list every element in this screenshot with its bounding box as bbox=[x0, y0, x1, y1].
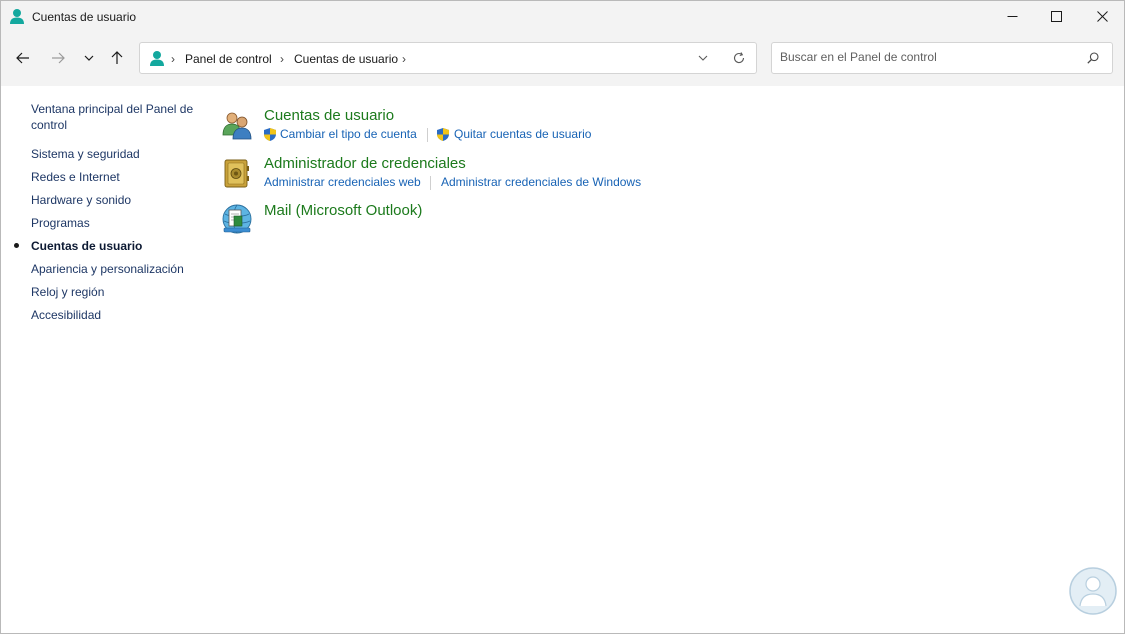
link-divider bbox=[430, 176, 431, 190]
nav-item-reloj-region[interactable]: Reloj y región bbox=[31, 284, 196, 300]
chevron-down-icon bbox=[84, 55, 94, 61]
link-cambiar-tipo-cuenta[interactable]: Cambiar el tipo de cuenta bbox=[280, 127, 417, 141]
uac-shield-icon bbox=[436, 127, 450, 147]
mail-icon[interactable] bbox=[220, 202, 254, 236]
window-title: Cuentas de usuario bbox=[32, 10, 137, 24]
search-box[interactable] bbox=[771, 42, 1113, 74]
breadcrumb-panel-de-control[interactable]: Panel de control bbox=[185, 52, 272, 66]
users-icon[interactable] bbox=[220, 109, 254, 143]
link-quitar-cuentas[interactable]: Quitar cuentas de usuario bbox=[454, 127, 591, 141]
maximize-button[interactable] bbox=[1033, 1, 1079, 32]
active-item-bullet bbox=[14, 243, 19, 248]
address-bar[interactable]: › Panel de control › Cuentas de usuario … bbox=[139, 42, 757, 74]
back-button[interactable] bbox=[11, 46, 35, 70]
forward-button[interactable] bbox=[46, 46, 70, 70]
close-button[interactable] bbox=[1079, 1, 1125, 32]
user-accounts-location-icon bbox=[149, 50, 165, 72]
nav-item-programas[interactable]: Programas bbox=[31, 215, 196, 231]
address-history-button[interactable] bbox=[696, 51, 710, 70]
category-title-mail[interactable]: Mail (Microsoft Outlook) bbox=[264, 202, 422, 219]
nav-item-cuentas-usuario[interactable]: Cuentas de usuario bbox=[31, 238, 196, 254]
user-accounts-app-icon bbox=[9, 8, 25, 25]
category-title-cuentas-usuario[interactable]: Cuentas de usuario bbox=[264, 107, 394, 124]
nav-item-apariencia[interactable]: Apariencia y personalización bbox=[31, 261, 196, 277]
link-divider bbox=[427, 128, 428, 142]
chevron-down-icon bbox=[698, 55, 708, 61]
nav-item-accesibilidad[interactable]: Accesibilidad bbox=[31, 307, 196, 323]
watermark-logo-icon bbox=[1068, 566, 1118, 616]
breadcrumb-cuentas-de-usuario[interactable]: Cuentas de usuario bbox=[294, 52, 398, 66]
recent-locations-button[interactable] bbox=[77, 46, 101, 70]
breadcrumb-separator-icon[interactable]: › bbox=[402, 52, 406, 66]
link-credenciales-windows[interactable]: Administrar credenciales de Windows bbox=[441, 175, 641, 189]
refresh-button[interactable] bbox=[732, 51, 746, 70]
maximize-icon bbox=[1050, 11, 1062, 22]
nav-item-hardware-sonido[interactable]: Hardware y sonido bbox=[31, 192, 196, 208]
credential-vault-icon[interactable] bbox=[220, 157, 254, 191]
minimize-button[interactable] bbox=[989, 1, 1035, 32]
control-panel-window: Cuentas de usuario › Panel de control › … bbox=[0, 0, 1125, 634]
uac-shield-icon bbox=[263, 127, 277, 147]
nav-item-panel-principal[interactable]: Ventana principal del Panel de control bbox=[31, 101, 196, 133]
navigation-bar: › Panel de control › Cuentas de usuario … bbox=[1, 32, 1124, 86]
title-bar: Cuentas de usuario bbox=[1, 1, 1124, 32]
category-title-administrador-credenciales[interactable]: Administrador de credenciales bbox=[264, 155, 466, 172]
breadcrumb-separator-icon[interactable]: › bbox=[171, 52, 175, 66]
breadcrumb-separator-icon[interactable]: › bbox=[280, 52, 284, 66]
refresh-icon bbox=[733, 52, 745, 64]
nav-item-sistema-seguridad[interactable]: Sistema y seguridad bbox=[31, 146, 196, 162]
search-input[interactable] bbox=[780, 50, 1070, 64]
arrow-left-icon bbox=[16, 52, 29, 64]
arrow-up-icon bbox=[111, 51, 123, 64]
minimize-icon bbox=[1007, 16, 1017, 17]
search-icon[interactable] bbox=[1086, 51, 1100, 70]
arrow-right-icon bbox=[52, 52, 65, 64]
link-credenciales-web[interactable]: Administrar credenciales web bbox=[264, 175, 421, 189]
up-button[interactable] bbox=[105, 46, 129, 70]
close-icon bbox=[1096, 11, 1108, 22]
nav-item-redes-internet[interactable]: Redes e Internet bbox=[31, 169, 196, 185]
